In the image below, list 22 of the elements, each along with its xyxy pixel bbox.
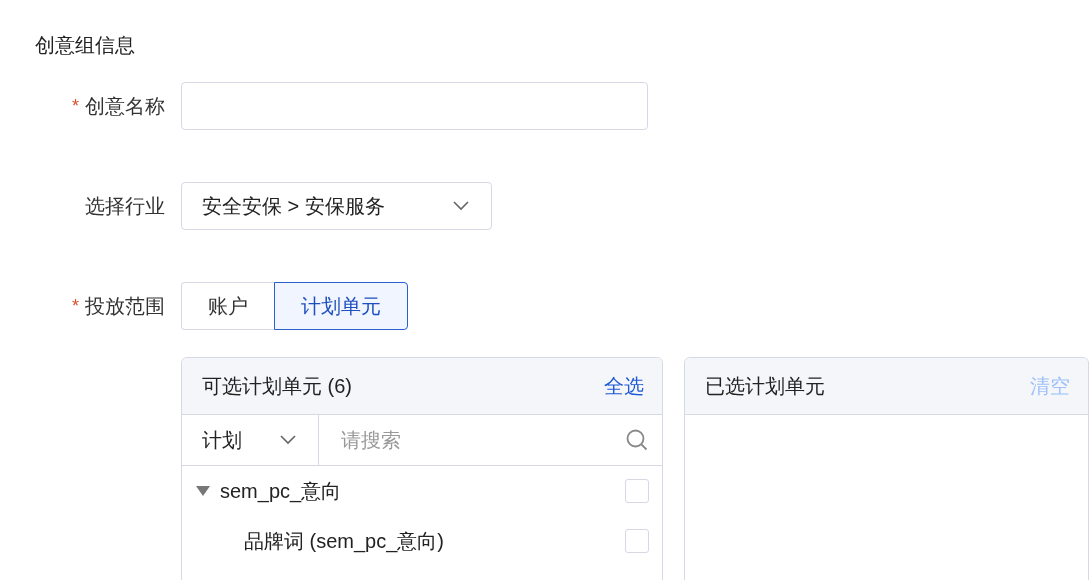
required-mark: *: [72, 295, 79, 317]
panel-title: 可选计划单元 (6): [202, 373, 352, 399]
input-field[interactable]: [181, 82, 648, 130]
required-mark: *: [72, 95, 79, 117]
field-label: 选择行业: [85, 193, 165, 219]
expand-triangle-icon[interactable]: [196, 486, 210, 496]
search-icon: [626, 429, 648, 451]
tree-item[interactable]: sem_pc_意向: [220, 477, 342, 505]
checkbox[interactable]: [625, 529, 649, 553]
checkbox[interactable]: [625, 479, 649, 503]
chevron-down-icon: [280, 435, 296, 445]
section-title: 创意组信息: [35, 33, 136, 58]
segment-tab[interactable]: 计划单元: [274, 282, 408, 330]
select-field[interactable]: 安全安保 > 安保服务: [181, 182, 492, 230]
tree-item[interactable]: 品牌词 (sem_pc_意向): [244, 527, 445, 555]
panel-title: 已选计划单元: [705, 373, 825, 399]
select-all-link[interactable]: 全选: [604, 372, 644, 400]
filter-select[interactable]: 计划: [182, 415, 319, 465]
field-label: 创意名称: [85, 93, 165, 119]
field-label: 投放范围: [85, 293, 165, 319]
chevron-down-icon: [453, 201, 469, 211]
segment-tab[interactable]: 账户: [181, 282, 274, 330]
